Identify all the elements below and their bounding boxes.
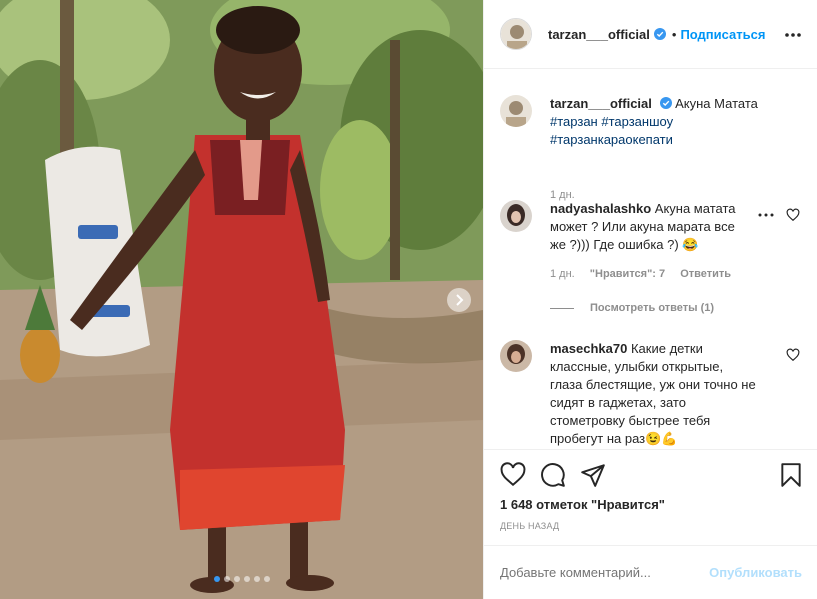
comment-input[interactable] bbox=[500, 565, 700, 580]
comment-username[interactable]: nadyashalashko bbox=[550, 201, 651, 216]
chevron-right-icon bbox=[456, 294, 464, 306]
verified-badge-icon bbox=[653, 28, 666, 40]
post-actions: 1 648 отметок "Нравится" ДЕНЬ НАЗАД bbox=[484, 449, 817, 545]
publish-button[interactable]: Опубликовать bbox=[709, 565, 802, 580]
author-username[interactable]: tarzan___official bbox=[548, 27, 650, 42]
caption-body: Акуна Матата bbox=[675, 96, 758, 111]
comment-body: Какие детки классные, улыбки открытые, г… bbox=[550, 341, 756, 446]
comment-text: masechka70 Какие детки классные, улыбки … bbox=[550, 340, 758, 448]
comment-text: nadyashalashko Акуна матата может ? Или … bbox=[550, 200, 742, 254]
carousel-dot bbox=[243, 576, 250, 582]
header-separator: • bbox=[671, 26, 677, 42]
caption-avatar[interactable] bbox=[500, 95, 532, 127]
like-heart-icon[interactable] bbox=[500, 462, 526, 488]
save-bookmark-icon[interactable] bbox=[778, 462, 804, 488]
carousel-dot bbox=[263, 576, 270, 582]
view-replies-label: Посмотреть ответы (1) bbox=[590, 302, 715, 314]
hashtag-link[interactable]: #тарзан bbox=[550, 114, 598, 129]
like-count[interactable]: 1 648 отметок "Нравится" bbox=[500, 497, 665, 512]
caption-text: tarzan___official Акуна Матата #тарзан #… bbox=[550, 95, 790, 149]
replies-divider bbox=[550, 307, 574, 309]
commenter-avatar[interactable] bbox=[500, 340, 532, 372]
comment-username[interactable]: masechka70 bbox=[550, 341, 627, 356]
view-replies-button[interactable]: Посмотреть ответы (1) bbox=[550, 302, 714, 314]
carousel-indicator bbox=[0, 576, 483, 582]
comment-like-count[interactable]: "Нравится": 7 bbox=[590, 268, 665, 280]
post-timestamp[interactable]: ДЕНЬ НАЗАД bbox=[500, 521, 559, 531]
carousel-dot bbox=[253, 576, 260, 582]
comment-time[interactable]: 1 дн. bbox=[550, 268, 575, 280]
more-options-icon[interactable] bbox=[784, 27, 802, 43]
comment-item: masechka70 Какие детки классные, улыбки … bbox=[500, 340, 800, 449]
carousel-dot bbox=[233, 576, 240, 582]
caption: tarzan___official Акуна Матата #тарзан #… bbox=[500, 95, 800, 205]
post-side-panel: tarzan___official • Подписаться tarzan__… bbox=[483, 0, 817, 599]
commenter-avatar[interactable] bbox=[500, 200, 532, 232]
photo-illustration bbox=[0, 0, 483, 599]
comment-bubble-icon[interactable] bbox=[540, 462, 566, 488]
add-comment-bar: Опубликовать bbox=[484, 545, 817, 599]
comment-options-icon[interactable] bbox=[758, 213, 774, 217]
post-photo[interactable] bbox=[0, 0, 483, 599]
reply-button[interactable]: Ответить bbox=[680, 268, 731, 280]
author-avatar[interactable] bbox=[500, 18, 532, 50]
follow-button[interactable]: Подписаться bbox=[680, 27, 765, 42]
post-header: tarzan___official • Подписаться bbox=[484, 0, 817, 69]
comment-meta: 1 дн. "Нравится": 7 Ответить bbox=[550, 268, 743, 280]
comment-item: nadyashalashko Акуна матата может ? Или … bbox=[500, 200, 800, 320]
carousel-next-button[interactable] bbox=[447, 288, 471, 312]
like-comment-heart-icon[interactable] bbox=[786, 348, 800, 362]
carousel-dot bbox=[213, 576, 220, 582]
comments-list[interactable]: tarzan___official Акуна Матата #тарзан #… bbox=[484, 69, 817, 449]
verified-badge-icon bbox=[659, 97, 672, 109]
hashtag-link[interactable]: #тарзаншоу bbox=[601, 114, 673, 129]
caption-username[interactable]: tarzan___official bbox=[550, 96, 652, 111]
carousel-dot bbox=[223, 576, 230, 582]
share-paper-plane-icon[interactable] bbox=[580, 462, 606, 488]
like-comment-heart-icon[interactable] bbox=[786, 208, 800, 222]
hashtag-link[interactable]: #тарзанкараокепати bbox=[550, 132, 673, 147]
